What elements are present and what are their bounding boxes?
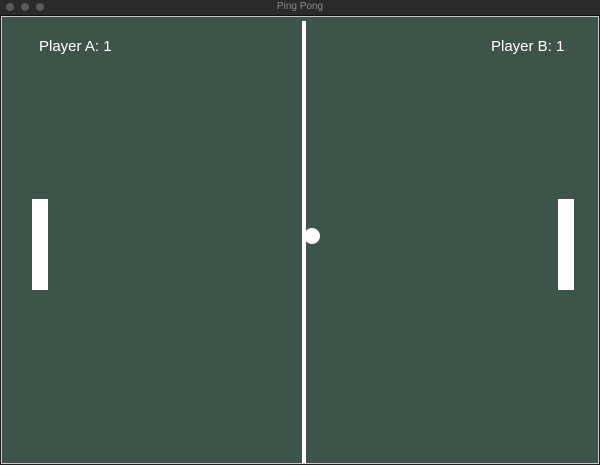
ball bbox=[304, 228, 320, 244]
player-a-paddle bbox=[32, 199, 48, 290]
game-window: Ping Pong Player A: 1 Player B: 1 bbox=[0, 0, 600, 465]
player-b-paddle bbox=[558, 199, 574, 290]
game-field: Player A: 1 Player B: 1 bbox=[1, 16, 599, 464]
player-a-score: Player A: 1 bbox=[39, 38, 112, 55]
player-b-score: Player B: 1 bbox=[491, 38, 565, 55]
center-net bbox=[302, 21, 306, 463]
title-bar: Ping Pong bbox=[0, 0, 600, 16]
window-title: Ping Pong bbox=[276, 1, 324, 12]
